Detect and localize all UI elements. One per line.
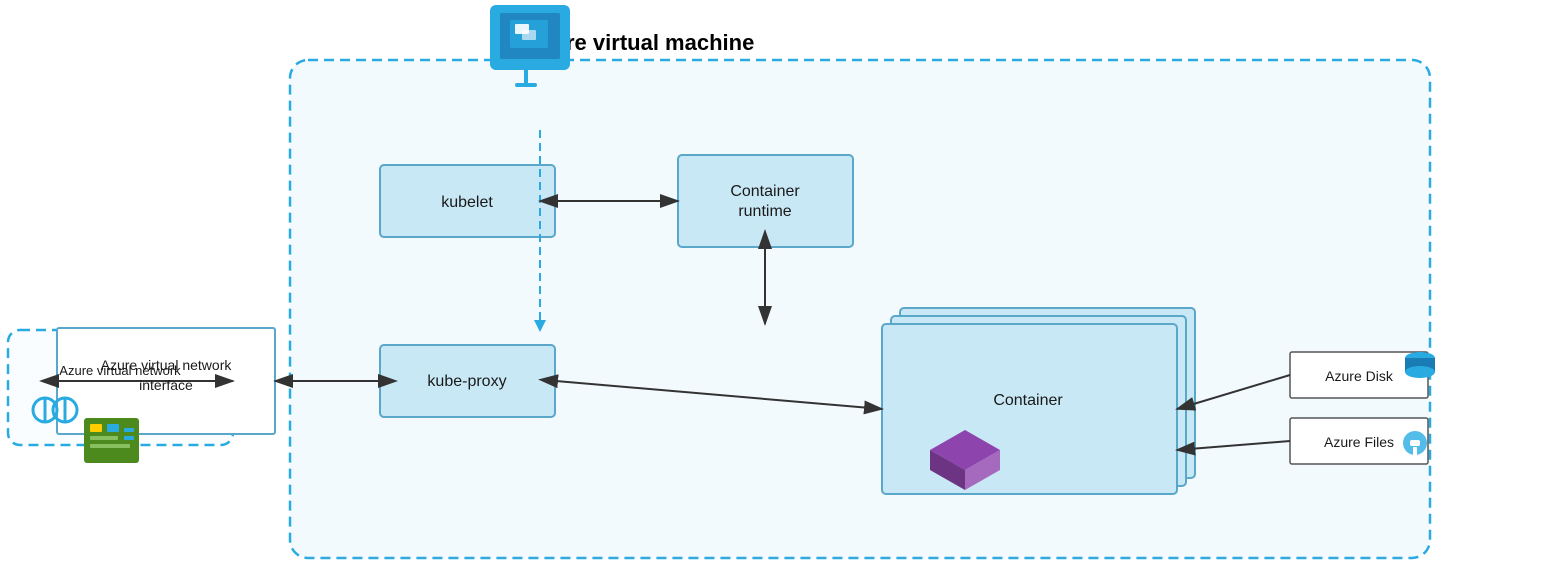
svg-text:Container: Container xyxy=(730,183,800,200)
svg-text:kubelet: kubelet xyxy=(441,194,493,211)
svg-text:Azure virtual network: Azure virtual network xyxy=(59,363,181,378)
svg-text:kube-proxy: kube-proxy xyxy=(427,373,506,390)
diagram-container: kubelet Container runtime kube-proxy Con… xyxy=(0,0,1561,578)
svg-text:Azure Files: Azure Files xyxy=(1324,434,1394,450)
svg-text:Azure virtual machine: Azure virtual machine xyxy=(526,30,755,55)
svg-text:Container: Container xyxy=(993,392,1063,409)
arrows-svg: kubelet Container runtime kube-proxy Con… xyxy=(0,0,1561,578)
svg-text:interface: interface xyxy=(139,377,193,393)
svg-text:Azure virtual network: Azure virtual network xyxy=(101,357,233,373)
svg-text:runtime: runtime xyxy=(738,203,791,220)
svg-text:Azure Disk: Azure Disk xyxy=(1325,368,1394,384)
